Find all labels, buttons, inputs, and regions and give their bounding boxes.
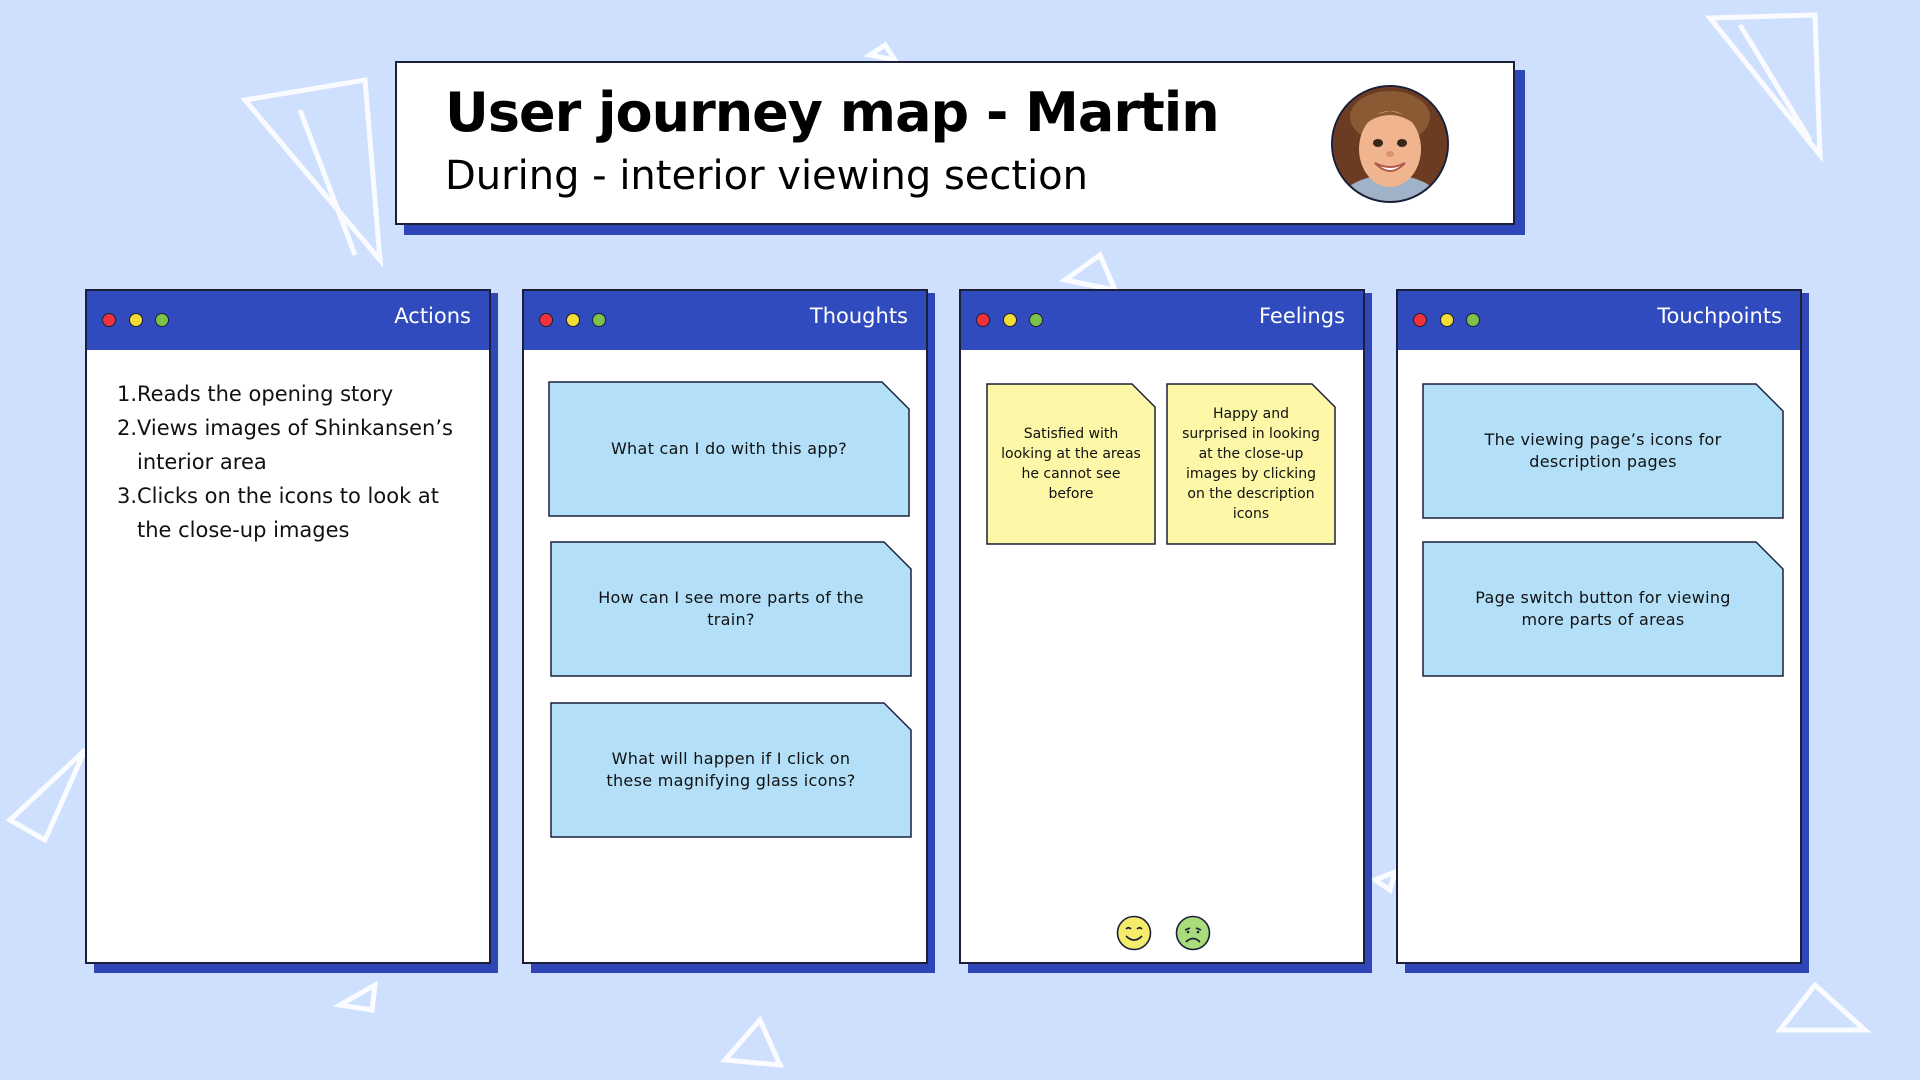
avatar [1331, 85, 1449, 203]
actions-panel: Actions 1. Reads the opening story 2. View… [85, 289, 491, 964]
minimize-dot-icon [129, 313, 143, 327]
sticky-note-text: Satisfied with looking at the areas he c… [1001, 426, 1141, 502]
close-dot-icon [102, 313, 116, 327]
sticky-note: The viewing page’s icons for description… [1422, 383, 1784, 519]
minimize-dot-icon [1003, 313, 1017, 327]
sad-emoji-icon [1175, 915, 1211, 951]
close-dot-icon [976, 313, 990, 327]
maximize-dot-icon [1029, 313, 1043, 327]
actions-list: 1. Reads the opening story 2. Views images… [117, 377, 467, 547]
maximize-dot-icon [155, 313, 169, 327]
list-item-number: 3. [117, 484, 138, 508]
list-item: 3. Clicks on the icons to look at the clo… [117, 479, 467, 547]
maximize-dot-icon [592, 313, 606, 327]
touchpoints-panel: Touchpoints The viewing page’s icons for… [1396, 289, 1802, 964]
feelings-panel-title: Feelings [1258, 304, 1345, 328]
maximize-dot-icon [1466, 313, 1480, 327]
sticky-note: Satisfied with looking at the areas he c… [986, 383, 1156, 545]
list-item: 1. Reads the opening story [117, 377, 467, 411]
smile-emoji-icon [1116, 915, 1152, 951]
sticky-note: Happy and surprised in looking at the cl… [1166, 383, 1336, 545]
close-dot-icon [1413, 313, 1427, 327]
feelings-panel: Feelings Satisfied with looking at the a… [959, 289, 1365, 964]
actions-panel-title: Actions [394, 304, 471, 328]
list-item-number: 2. [117, 416, 138, 440]
list-item-text: Views images of Shinkansen’s interior ar… [137, 416, 453, 474]
close-dot-icon [539, 313, 553, 327]
list-item: 2. Views images of Shinkansen’s interior … [117, 411, 467, 479]
child-portrait-icon [1333, 87, 1447, 201]
sticky-note-text: What can I do with this app? [610, 439, 848, 458]
header-card: User journey map - Martin During - inter… [395, 61, 1515, 225]
list-item-text: Clicks on the icons to look at the close… [137, 484, 440, 542]
list-item-number: 1. [117, 382, 138, 406]
minimize-dot-icon [1440, 313, 1454, 327]
page-subtitle: During - interior viewing section [445, 153, 1089, 199]
feelings-panel-titlebar: Feelings [961, 291, 1363, 350]
sticky-note: Page switch button for viewing more part… [1422, 541, 1784, 677]
touchpoints-panel-title: Touchpoints [1657, 304, 1782, 328]
sticky-note: What can I do with this app? [548, 381, 910, 517]
sticky-note-text: What will happen if I click on these mag… [606, 749, 856, 790]
thoughts-panel-title: Thoughts [809, 304, 908, 328]
sticky-note: How can I see more parts of the train? [550, 541, 912, 677]
sticky-note-text: Happy and surprised in looking at the cl… [1182, 406, 1320, 522]
page-title: User journey map - Martin [445, 81, 1220, 144]
sticky-note: What will happen if I click on these mag… [550, 702, 912, 838]
sticky-note-text: Page switch button for viewing more part… [1475, 588, 1731, 629]
actions-panel-titlebar: Actions [87, 291, 489, 350]
thoughts-panel: Thoughts What can I do with this app? Ho… [522, 289, 928, 964]
sticky-note-text: How can I see more parts of the train? [598, 588, 864, 629]
list-item-text: Reads the opening story [137, 382, 394, 406]
sticky-note-text: The viewing page’s icons for description… [1484, 430, 1722, 471]
minimize-dot-icon [566, 313, 580, 327]
thoughts-panel-titlebar: Thoughts [524, 291, 926, 350]
touchpoints-panel-titlebar: Touchpoints [1398, 291, 1800, 350]
